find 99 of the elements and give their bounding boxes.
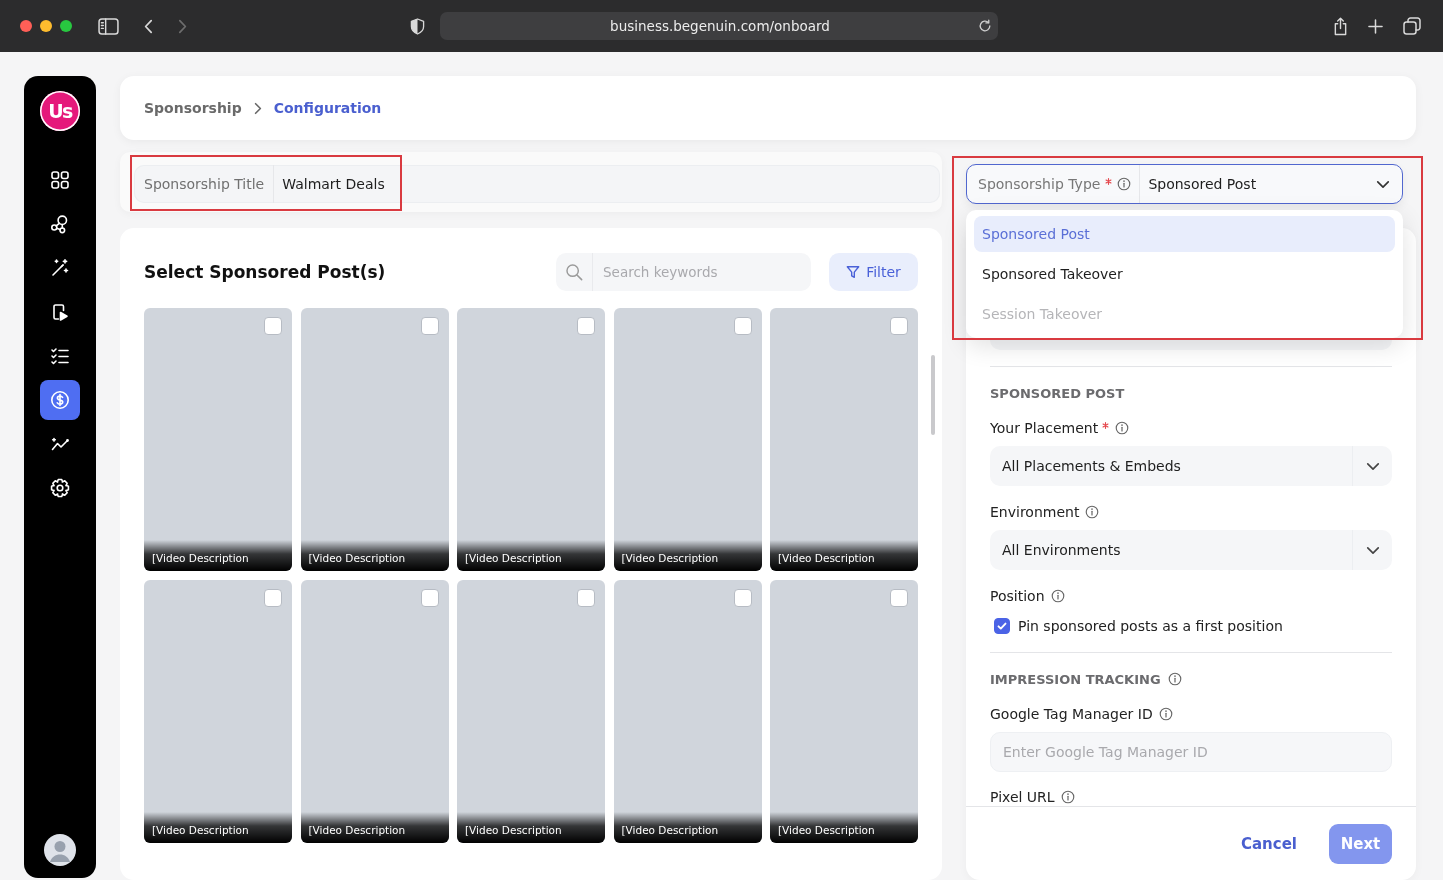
share-button[interactable] (1333, 16, 1348, 36)
info-icon (1085, 505, 1100, 519)
video-placeholder[interactable]: [Video Description (144, 580, 292, 843)
dropdown-select[interactable]: All Placements & Embeds (990, 446, 1392, 486)
new-tab-button[interactable] (1368, 18, 1383, 34)
grid-icon (50, 170, 70, 190)
selected-value: Sponsored Post (1147, 176, 1258, 192)
checkbox[interactable] (264, 589, 282, 607)
field-label: Environment (990, 504, 1080, 520)
info-icon (1117, 177, 1132, 191)
checkbox[interactable] (733, 589, 752, 607)
title-input[interactable]: Sponsorship Title Walmart Deals (134, 165, 940, 203)
field-label: Position (990, 588, 1045, 604)
cancel-button[interactable]: Cancel (1241, 834, 1297, 853)
url-text: business.begenuin.com/onboard (609, 18, 831, 34)
tab-overview-button[interactable] (1403, 17, 1421, 35)
dropdown-option[interactable]: Sponsored Post (974, 216, 1395, 252)
checkbox[interactable] (890, 589, 908, 607)
chevron-left-icon (144, 18, 153, 34)
video-placeholder[interactable]: [Video Description (144, 308, 292, 571)
avatar-icon (44, 834, 76, 866)
nodes-icon (50, 214, 70, 234)
scrollbar-thumb[interactable] (931, 355, 935, 435)
info-icon (1115, 421, 1130, 435)
checkbox[interactable] (890, 317, 908, 335)
sponsorship-type-select[interactable]: Sponsorship Type Sponsored Post (966, 164, 1403, 204)
video-description: [Video Description (144, 540, 292, 571)
filter-button[interactable]: Filter (829, 253, 918, 291)
video-description: [Video Description (300, 812, 449, 843)
sidebar-toggle-button[interactable] (98, 17, 119, 35)
checkbox[interactable] (264, 317, 282, 335)
video-description: [Video Description (457, 540, 605, 571)
zoom-dot-icon[interactable] (60, 20, 72, 32)
chevron-down-icon (1365, 545, 1380, 555)
video-description: [Video Description (770, 540, 918, 571)
dollar-icon (50, 390, 70, 410)
reload-icon (978, 19, 992, 33)
video-placeholder[interactable]: [Video Description (770, 580, 918, 843)
search-icon (565, 263, 583, 281)
video-placeholder[interactable]: [Video Description (613, 580, 762, 843)
video-placeholder[interactable]: [Video Description (300, 580, 449, 843)
dropdown-option[interactable]: Sponsored Takeover (974, 256, 1395, 292)
checkbox[interactable] (420, 589, 439, 607)
address-bar[interactable]: business.begenuin.com/onboard (440, 12, 998, 40)
video-placeholder[interactable]: [Video Description (770, 308, 918, 571)
info-icon (1050, 589, 1065, 603)
field-label: Sponsorship Title (143, 175, 266, 194)
magic-wand-icon (50, 258, 70, 278)
field-label: Pixel URL (990, 789, 1055, 805)
check-icon (996, 620, 1008, 632)
section-heading: IMPRESSION TRACKING (990, 671, 1161, 687)
video-description: [Video Description (457, 812, 605, 843)
checkbox[interactable] (577, 589, 595, 607)
checkbox[interactable] (577, 317, 595, 335)
chevron-right-icon (253, 101, 262, 115)
logo[interactable]: Us (40, 91, 80, 131)
video-description: [Video Description (613, 540, 762, 571)
filter-icon (846, 265, 861, 279)
chevron-down-icon (1376, 179, 1390, 189)
breadcrumb-current: Configuration (273, 100, 382, 116)
dropdown-select[interactable]: All Environments (990, 530, 1392, 570)
sidebar-toggle-icon (98, 17, 119, 35)
info-icon (1060, 790, 1075, 804)
field-label: Google Tag Manager ID (990, 706, 1153, 722)
checkbox[interactable] (733, 317, 752, 335)
dropdown-option: Session Takeover (974, 296, 1395, 332)
text-input[interactable]: Enter Google Tag Manager ID (990, 732, 1392, 772)
video-placeholder[interactable]: [Video Description (613, 308, 762, 571)
checkbox[interactable] (420, 317, 439, 335)
back-button[interactable] (144, 18, 153, 34)
nav-button[interactable] (40, 380, 80, 420)
settings-icon (50, 478, 70, 498)
video-description: [Video Description (770, 812, 918, 843)
video-description: [Video Description (144, 812, 292, 843)
share-icon (1333, 16, 1348, 36)
chevron-down-icon (1365, 461, 1380, 471)
video-placeholder[interactable]: [Video Description (300, 308, 449, 571)
field-value: Walmart Deals (273, 165, 395, 203)
minimize-dot-icon[interactable] (40, 20, 52, 32)
search-field[interactable]: Search keywords (556, 253, 811, 291)
chevron-right-icon (178, 18, 187, 34)
plus-icon (1368, 18, 1383, 34)
shield-icon (410, 17, 425, 35)
checklist-icon (50, 346, 70, 366)
info-icon (1158, 707, 1173, 721)
checkbox-label: Pin sponsored posts as a first position (1018, 618, 1283, 634)
video-description: [Video Description (613, 812, 762, 843)
breadcrumb-link[interactable]: Sponsorship (144, 100, 242, 116)
tabs-icon (1403, 17, 1421, 35)
panel-heading: Select Sponsored Post(s) (144, 262, 386, 282)
checkbox[interactable] (994, 618, 1010, 634)
video-placeholder[interactable]: [Video Description (457, 308, 605, 571)
field-label: Sponsorship Type (978, 176, 1101, 192)
field-label: Your Placement (990, 420, 1099, 436)
video-placeholder[interactable]: [Video Description (457, 580, 605, 843)
section-heading: SPONSORED POST (990, 385, 1125, 401)
video-description: [Video Description (300, 540, 449, 571)
phone-play-icon (50, 302, 70, 322)
close-dot-icon[interactable] (20, 20, 32, 32)
